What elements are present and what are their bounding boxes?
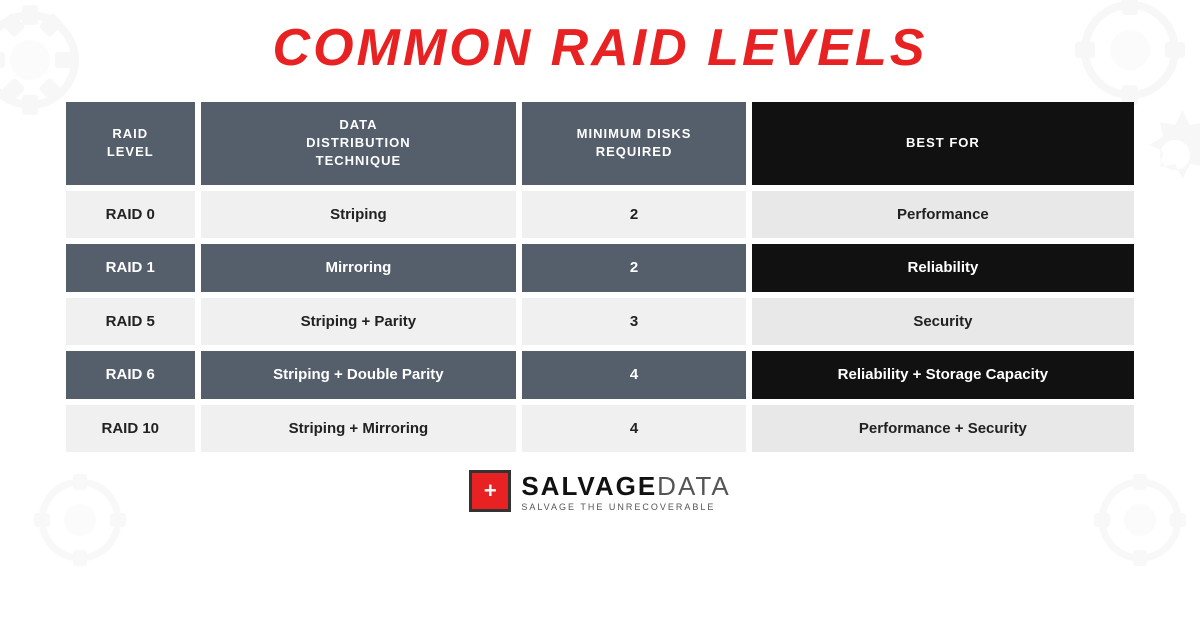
logo-text-wrapper: SALVAGEDATA SALVAGE THE UNRECOVERABLE bbox=[521, 471, 730, 512]
table-row: RAID 5Striping + Parity3Security bbox=[66, 298, 1134, 346]
raid-cell: RAID 10 bbox=[66, 405, 195, 453]
table-row: RAID 6Striping + Double Parity4Reliabili… bbox=[66, 351, 1134, 399]
raid-cell: RAID 1 bbox=[66, 244, 195, 292]
disks-cell: 2 bbox=[522, 244, 746, 292]
technique-cell: Mirroring bbox=[201, 244, 517, 292]
disks-cell: 2 bbox=[522, 191, 746, 239]
technique-cell: Striping + Parity bbox=[201, 298, 517, 346]
logo-name: SALVAGEDATA bbox=[521, 471, 730, 502]
best-for-cell: Reliability + Storage Capacity bbox=[752, 351, 1134, 399]
technique-cell: Striping + Double Parity bbox=[201, 351, 517, 399]
logo-tagline: SALVAGE THE UNRECOVERABLE bbox=[521, 502, 730, 512]
header-data-dist: DATADISTRIBUTIONTECHNIQUE bbox=[201, 102, 517, 185]
main-container: Common Raid Levels RAIDLEVEL DATADISTRIB… bbox=[0, 0, 1200, 628]
table-row: RAID 0Striping2Performance bbox=[66, 191, 1134, 239]
best-for-cell: Performance + Security bbox=[752, 405, 1134, 453]
header-best-for: BEST FOR bbox=[752, 102, 1134, 185]
logo-icon: + bbox=[469, 470, 511, 512]
technique-cell: Striping bbox=[201, 191, 517, 239]
page-title: Common Raid Levels bbox=[273, 18, 928, 78]
table-body: RAID 0Striping2Performance RAID 1Mirrorin… bbox=[66, 191, 1134, 453]
table-header-row: RAIDLEVEL DATADISTRIBUTIONTECHNIQUE MINI… bbox=[66, 102, 1134, 185]
raid-cell: RAID 6 bbox=[66, 351, 195, 399]
table-row: RAID 1Mirroring2Reliability bbox=[66, 244, 1134, 292]
disks-cell: 3 bbox=[522, 298, 746, 346]
best-for-cell: Security bbox=[752, 298, 1134, 346]
raid-cell: RAID 0 bbox=[66, 191, 195, 239]
raid-cell: RAID 5 bbox=[66, 298, 195, 346]
raid-table: RAIDLEVEL DATADISTRIBUTIONTECHNIQUE MINI… bbox=[60, 96, 1140, 458]
logo-area: + SALVAGEDATA SALVAGE THE UNRECOVERABLE bbox=[469, 470, 730, 512]
table-row: RAID 10Striping + Mirroring4Performance … bbox=[66, 405, 1134, 453]
disks-cell: 4 bbox=[522, 351, 746, 399]
logo-regular: DATA bbox=[657, 471, 730, 501]
disks-cell: 4 bbox=[522, 405, 746, 453]
logo-bold: SALVAGE bbox=[521, 471, 657, 501]
best-for-cell: Performance bbox=[752, 191, 1134, 239]
table-wrapper: RAIDLEVEL DATADISTRIBUTIONTECHNIQUE MINI… bbox=[60, 96, 1140, 458]
header-raid-level: RAIDLEVEL bbox=[66, 102, 195, 185]
technique-cell: Striping + Mirroring bbox=[201, 405, 517, 453]
header-min-disks: MINIMUM DISKSREQUIRED bbox=[522, 102, 746, 185]
logo-plus: + bbox=[484, 478, 497, 504]
best-for-cell: Reliability bbox=[752, 244, 1134, 292]
